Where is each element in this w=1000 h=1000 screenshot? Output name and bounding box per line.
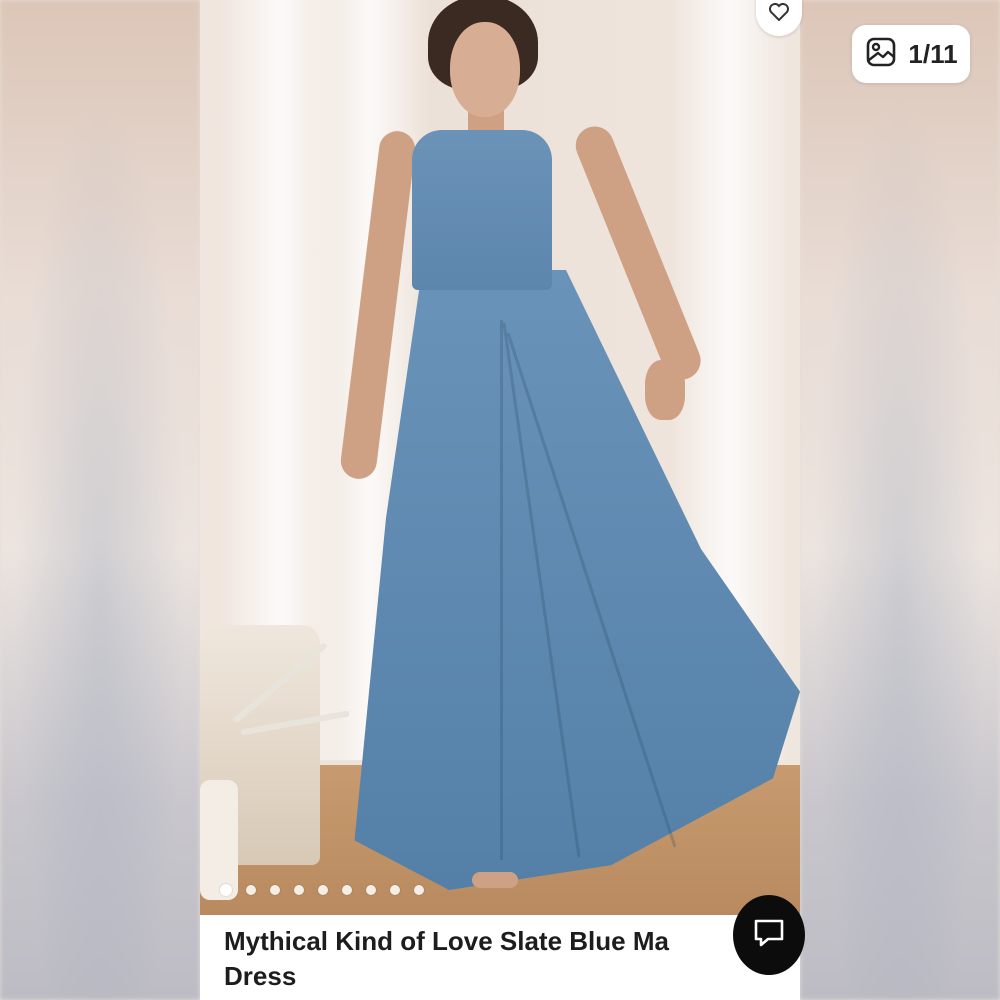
carousel-dot[interactable] bbox=[414, 885, 424, 895]
blurred-background-right bbox=[800, 0, 1000, 1000]
heart-icon bbox=[769, 3, 789, 26]
product-title-line1: Mythical Kind of Love Slate Blue Ma bbox=[224, 926, 669, 956]
vase bbox=[200, 780, 238, 900]
product-screenshot-panel: Mythical Kind of Love Slate Blue Ma Dres… bbox=[200, 0, 800, 1000]
dress-fold bbox=[500, 320, 503, 860]
image-counter[interactable]: 1/11 bbox=[852, 25, 970, 83]
carousel-dot[interactable] bbox=[318, 885, 328, 895]
carousel-dot[interactable] bbox=[246, 885, 256, 895]
chat-bubble-icon bbox=[752, 917, 786, 954]
carousel-dot[interactable] bbox=[390, 885, 400, 895]
carousel-dot[interactable] bbox=[366, 885, 376, 895]
product-title: Mythical Kind of Love Slate Blue Ma Dres… bbox=[224, 924, 744, 994]
image-gallery-icon bbox=[864, 35, 898, 74]
image-counter-text: 1/11 bbox=[908, 38, 958, 69]
carousel-dots[interactable] bbox=[220, 884, 424, 896]
model-foot bbox=[472, 872, 518, 888]
carousel-dot[interactable] bbox=[294, 885, 304, 895]
blurred-background-left bbox=[0, 0, 200, 1000]
product-title-line2: Dress bbox=[224, 961, 297, 991]
chat-button[interactable] bbox=[733, 895, 805, 975]
product-photo[interactable] bbox=[200, 0, 800, 915]
model-face bbox=[450, 22, 520, 117]
dress-bodice bbox=[412, 130, 552, 290]
model-hand bbox=[645, 360, 685, 420]
carousel-dot[interactable] bbox=[342, 885, 352, 895]
carousel-dot[interactable] bbox=[220, 884, 232, 896]
carousel-dot[interactable] bbox=[270, 885, 280, 895]
